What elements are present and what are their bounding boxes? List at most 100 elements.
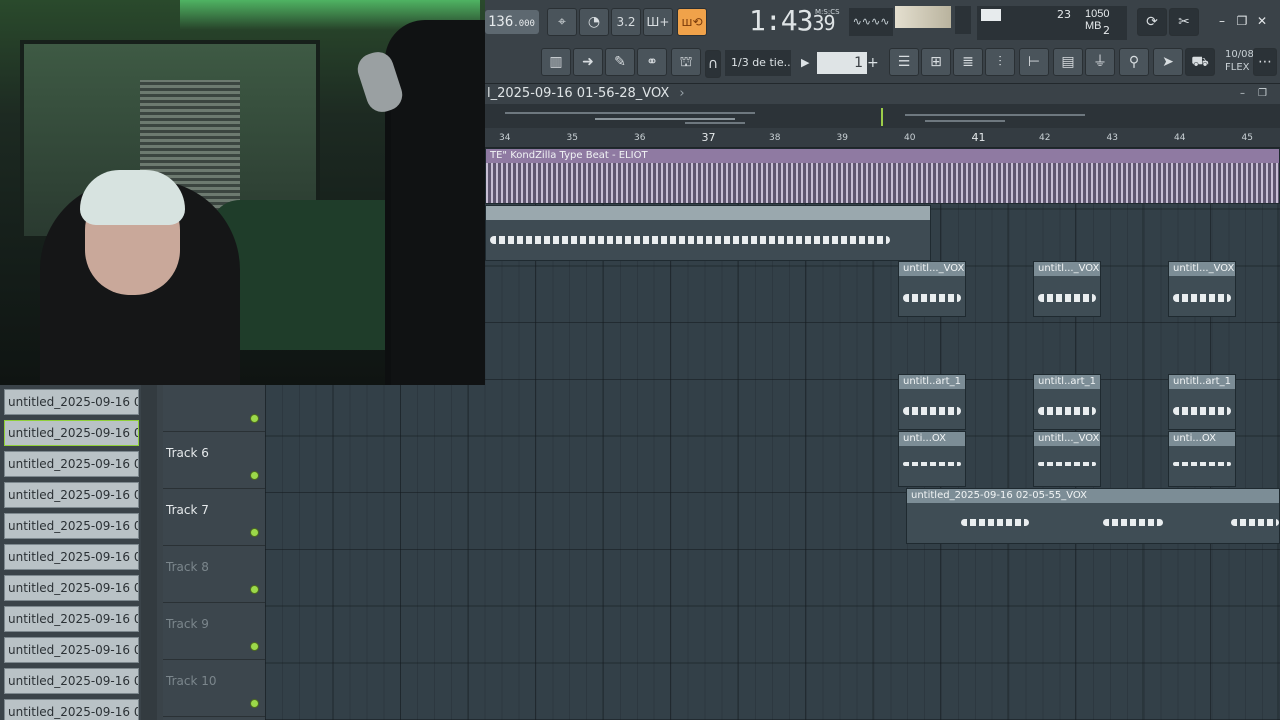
art-clip[interactable]: untitl..art_1	[1168, 374, 1236, 430]
long-vox-clip[interactable]: untitled_2025-09-16 02-05-55_VOX	[906, 488, 1280, 544]
mixer-icon[interactable]: ≣	[953, 48, 983, 76]
countdown-button[interactable]: 3.2	[611, 8, 641, 36]
art-clip[interactable]: untitl..art_1	[1033, 374, 1101, 430]
link-icon[interactable]: ⚭	[637, 48, 667, 76]
vox-waveform	[1038, 294, 1096, 302]
vox2-clip[interactable]: untitl..._VOX	[1033, 431, 1101, 487]
long-vox-clip-title: untitled_2025-09-16 02-05-55_VOX	[907, 489, 1279, 503]
playhead-marker[interactable]	[881, 108, 883, 126]
vox-clip-title: untitl..._VOX	[1034, 262, 1100, 276]
art-waveform	[1173, 407, 1231, 415]
playlist-overview-scrollbar[interactable]	[485, 104, 1280, 128]
webcam-person-hair	[80, 170, 185, 225]
ruler-tick: 40	[904, 133, 916, 143]
piano-icon[interactable]: ▥	[541, 48, 571, 76]
browser-clip-item[interactable]: untitled_2025-09-16 01...	[4, 482, 139, 508]
browser-clip-item[interactable]: untitled_2025-09-16 01...	[4, 451, 139, 477]
track-header[interactable]: Track 8	[163, 546, 265, 603]
ox-clip-title: unti...OX	[899, 432, 965, 446]
metronome-icon[interactable]: ⌖	[547, 8, 577, 36]
art-clip-title: untitl..art_1	[1034, 375, 1100, 389]
channel-rack-icon[interactable]: ⊞	[921, 48, 951, 76]
track-header[interactable]: Track 6	[163, 432, 265, 489]
magnet-icon[interactable]: ∩	[705, 50, 721, 78]
webcam-overlay	[0, 0, 485, 385]
minimize-icon[interactable]: –	[1213, 14, 1231, 30]
add-pattern-icon[interactable]: +	[867, 52, 881, 74]
ruler-tick: 35	[566, 133, 578, 143]
overview-clip-line	[595, 118, 735, 120]
more-icon[interactable]: ⋯	[1253, 48, 1277, 76]
browser-clip-item[interactable]: untitled_2025-09-16 01...	[4, 575, 139, 601]
browser-clip-item[interactable]: untitled_2025-09-16 01...	[4, 513, 139, 539]
browser-clip-item[interactable]: untitled_2025-09-16 01...	[4, 389, 139, 415]
pattern-selector[interactable]: 1	[817, 52, 867, 74]
playlist-minimize-icon[interactable]: –	[1240, 84, 1245, 104]
track-header[interactable]: Track 7	[163, 489, 265, 546]
track-name: Track 10	[166, 674, 217, 688]
track-header[interactable]: Track 10	[163, 660, 265, 717]
ox-clip[interactable]: unti...OX	[898, 431, 966, 487]
cart-icon[interactable]: ⛟	[1185, 48, 1215, 76]
beat-clip[interactable]: TE" KondZilla Type Beat - ELIOT	[485, 148, 1280, 204]
wait-for-input-icon[interactable]: ◔	[579, 8, 609, 36]
cpu-value: 23	[1057, 8, 1071, 21]
browser-tree-icon[interactable]: ⊢	[1019, 48, 1049, 76]
vox2-waveform	[1038, 462, 1096, 466]
close-icon[interactable]: ✕	[1253, 14, 1271, 30]
send-icon[interactable]: ➤	[1153, 48, 1183, 76]
maximize-icon[interactable]: ❐	[1233, 14, 1251, 30]
snap-selector[interactable]: 1/3 de tie..	[725, 50, 791, 76]
ruler-tick: 34	[499, 133, 511, 143]
overview-clip-line	[925, 120, 1005, 122]
track-enable-icon[interactable]	[250, 528, 259, 537]
art-waveform	[1038, 407, 1096, 415]
long-vox-waveform	[961, 519, 1029, 526]
loop-record-button[interactable]: ш⟲	[677, 8, 707, 36]
timeline-ruler[interactable]: 34 35 36 37 38 39 40 41 42 43 44 45	[485, 128, 1280, 148]
browser-clip-item[interactable]: untitled_2025-09-16 01...	[4, 606, 139, 632]
volume-meter	[895, 6, 951, 28]
vox-clip[interactable]: untitl..._VOX	[1033, 261, 1101, 317]
vox-clip-title: untitl..._VOX	[1169, 262, 1235, 276]
ruler-tick: 37	[701, 131, 716, 144]
track-enable-icon[interactable]	[250, 585, 259, 594]
vox-clip[interactable]: untitl..._VOX	[1168, 261, 1236, 317]
track-enable-icon[interactable]	[250, 414, 259, 423]
browser-clip-item[interactable]: untitled_2025-09-16 01...	[4, 544, 139, 570]
playlist-icon[interactable]: ☰	[889, 48, 919, 76]
webcam-mic-stand	[385, 110, 391, 385]
browser-clip-item[interactable]: untitled_2025-09-16 01...	[4, 668, 139, 694]
microphone-icon[interactable]: ⚲	[1119, 48, 1149, 76]
track-enable-icon[interactable]	[250, 699, 259, 708]
vox-waveform	[1173, 294, 1231, 302]
ruler-tick: 41	[971, 131, 986, 144]
vocal-clip[interactable]	[485, 205, 931, 261]
tempo-display[interactable]: 136.000	[485, 10, 539, 34]
browser-clip-item[interactable]: untitled_2025-09-16 01...	[4, 637, 139, 663]
playlist-maximize-icon[interactable]: ❐	[1258, 84, 1267, 104]
overview-clip-line	[685, 122, 745, 124]
ox-clip[interactable]: unti...OX	[1168, 431, 1236, 487]
ox-waveform	[1173, 462, 1231, 466]
pencil-icon[interactable]: ✎	[605, 48, 635, 76]
sliders-icon[interactable]: ⫶	[985, 48, 1015, 76]
file-icon[interactable]: ▤	[1053, 48, 1083, 76]
playlist-title-bar[interactable]: l_2025-09-16 01-56-28_VOX › – ❐	[485, 84, 1280, 104]
browser-clip-item[interactable]: untitled_2025-09-16 01...	[4, 699, 139, 720]
art-clip[interactable]: untitl..art_1	[898, 374, 966, 430]
playlist-title-arrow-icon: ›	[679, 86, 685, 101]
step-edit-button[interactable]: Ш+	[643, 8, 673, 36]
vox-clip[interactable]: untitl..._VOX	[898, 261, 966, 317]
track-enable-icon[interactable]	[250, 471, 259, 480]
track-enable-icon[interactable]	[250, 642, 259, 651]
wrench-icon[interactable]: ✂	[1169, 8, 1199, 36]
refresh-icon[interactable]: ⟳	[1137, 8, 1167, 36]
track-header[interactable]: Track 9	[163, 603, 265, 660]
arrow-right-icon[interactable]: ➜	[573, 48, 603, 76]
plugin-icon[interactable]: ⏚	[1085, 48, 1115, 76]
stamp-icon[interactable]: ⛫	[671, 48, 701, 76]
pattern-prev-icon[interactable]: ▶	[801, 52, 815, 74]
browser-scrollbar[interactable]	[141, 385, 157, 720]
browser-clip-item[interactable]: untitled_2025-09-16 01...	[4, 420, 139, 446]
